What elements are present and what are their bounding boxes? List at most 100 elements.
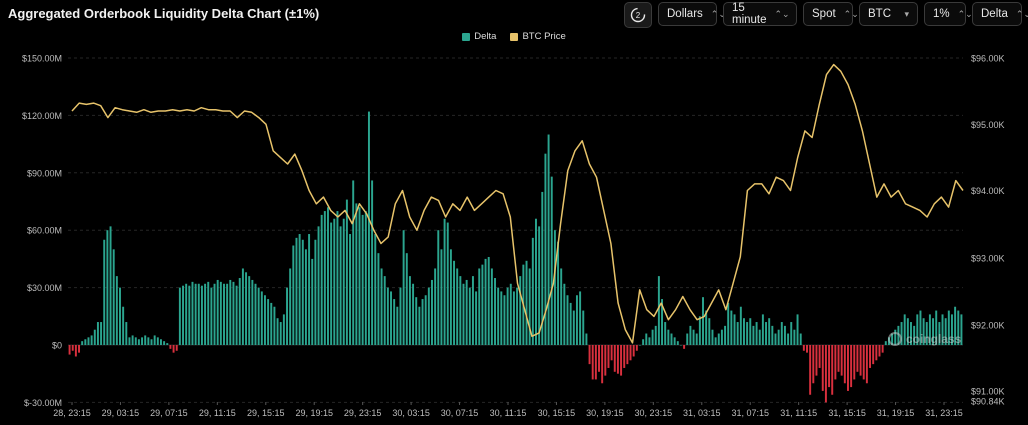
delta-bar bbox=[815, 345, 818, 376]
delta-bar bbox=[616, 345, 619, 374]
delta-bar bbox=[260, 291, 263, 345]
delta-bar bbox=[150, 339, 153, 345]
delta-bar bbox=[585, 333, 588, 345]
delta-bar bbox=[645, 333, 648, 345]
y-right-tick-label: $93.00K bbox=[971, 254, 1005, 264]
delta-bar bbox=[380, 268, 383, 345]
delta-bar bbox=[182, 285, 184, 345]
delta-bar bbox=[245, 272, 248, 345]
delta-bar bbox=[743, 318, 745, 345]
watermark-text: coinglass bbox=[906, 332, 962, 346]
x-tick-label: 30, 23:15 bbox=[635, 408, 673, 418]
delta-bar bbox=[714, 337, 717, 345]
y-right-tick-label: $92.00K bbox=[971, 321, 1005, 331]
delta-bar bbox=[679, 345, 682, 346]
delta-bar bbox=[847, 345, 849, 391]
delta-bar bbox=[103, 239, 106, 345]
delta-bar bbox=[421, 299, 424, 345]
delta-bar bbox=[717, 333, 720, 345]
delta-bar bbox=[582, 310, 585, 345]
delta-bar bbox=[336, 211, 339, 345]
delta-bar bbox=[531, 237, 534, 345]
delta-bar bbox=[434, 268, 437, 345]
delta-bar bbox=[648, 337, 651, 345]
y-right-tick-label: $90.84K bbox=[971, 397, 1005, 407]
delta-bar bbox=[122, 306, 125, 345]
delta-bar bbox=[613, 345, 616, 372]
delta-bar bbox=[128, 337, 131, 345]
delta-bar bbox=[566, 295, 569, 345]
delta-bar bbox=[418, 306, 421, 345]
x-tick-label: 29, 07:15 bbox=[150, 408, 188, 418]
delta-bar bbox=[125, 322, 128, 345]
delta-bar bbox=[374, 234, 377, 345]
x-tick-label: 31, 19:15 bbox=[877, 408, 915, 418]
delta-bar bbox=[396, 306, 399, 345]
delta-bar bbox=[758, 329, 761, 345]
delta-bar bbox=[780, 322, 783, 345]
delta-bar bbox=[311, 258, 314, 345]
delta-bar bbox=[575, 295, 578, 345]
x-tick-label: 30, 11:15 bbox=[490, 408, 527, 418]
delta-bar bbox=[623, 345, 626, 368]
delta-bar bbox=[506, 287, 509, 345]
delta-bar bbox=[367, 111, 370, 345]
delta-bar bbox=[494, 278, 496, 345]
delta-bar bbox=[563, 283, 566, 345]
x-tick-label: 31, 15:15 bbox=[828, 408, 866, 418]
delta-bar bbox=[431, 279, 433, 345]
delta-bar bbox=[200, 285, 203, 345]
y-right-tick-label: $95.00K bbox=[971, 120, 1005, 130]
delta-bar bbox=[308, 234, 311, 345]
delta-bar bbox=[708, 318, 711, 345]
delta-bar bbox=[257, 287, 260, 345]
x-tick-label: 31, 11:15 bbox=[780, 408, 817, 418]
delta-bar bbox=[673, 337, 676, 345]
delta-bar bbox=[270, 302, 273, 345]
delta-bar bbox=[169, 345, 172, 349]
delta-bar bbox=[512, 291, 515, 345]
delta-bar bbox=[768, 318, 771, 345]
delta-bar bbox=[137, 339, 140, 345]
delta-bar bbox=[752, 325, 755, 345]
delta-bar bbox=[478, 268, 481, 345]
delta-bar bbox=[787, 333, 790, 345]
delta-bar bbox=[525, 260, 528, 345]
delta-bar bbox=[579, 291, 582, 345]
delta-bar bbox=[471, 276, 474, 345]
y-left-tick-label: $60.00M bbox=[27, 226, 62, 236]
delta-bar bbox=[235, 285, 238, 345]
delta-bar bbox=[695, 333, 698, 345]
delta-bar bbox=[730, 310, 733, 345]
delta-bar bbox=[834, 345, 837, 380]
delta-bar bbox=[594, 345, 597, 380]
delta-bar bbox=[440, 249, 443, 345]
delta-bar bbox=[131, 335, 134, 345]
delta-bar bbox=[862, 345, 865, 380]
delta-bar bbox=[427, 287, 430, 345]
delta-bar bbox=[881, 345, 884, 353]
delta-bar bbox=[197, 283, 200, 345]
delta-bar bbox=[500, 291, 503, 345]
delta-bar bbox=[408, 276, 411, 345]
delta-bar bbox=[509, 283, 512, 345]
delta-bar bbox=[702, 297, 704, 345]
delta-bar bbox=[828, 345, 831, 388]
delta-bar bbox=[223, 283, 225, 345]
delta-bar bbox=[733, 314, 736, 345]
delta-bar bbox=[790, 322, 793, 345]
delta-bar bbox=[361, 214, 364, 345]
delta-bar bbox=[210, 287, 213, 345]
x-tick-label: 30, 15:15 bbox=[538, 408, 576, 418]
delta-bar bbox=[204, 283, 207, 345]
delta-bar bbox=[364, 211, 367, 345]
y-left-tick-label: $0 bbox=[52, 341, 62, 351]
delta-bar bbox=[163, 341, 166, 345]
delta-bar bbox=[112, 249, 115, 345]
y-left-tick-label: $30.00M bbox=[27, 283, 62, 293]
delta-bar bbox=[657, 276, 660, 345]
delta-bar bbox=[626, 345, 629, 365]
delta-bar bbox=[683, 345, 686, 349]
delta-bar bbox=[74, 345, 77, 357]
delta-bar bbox=[796, 314, 799, 345]
